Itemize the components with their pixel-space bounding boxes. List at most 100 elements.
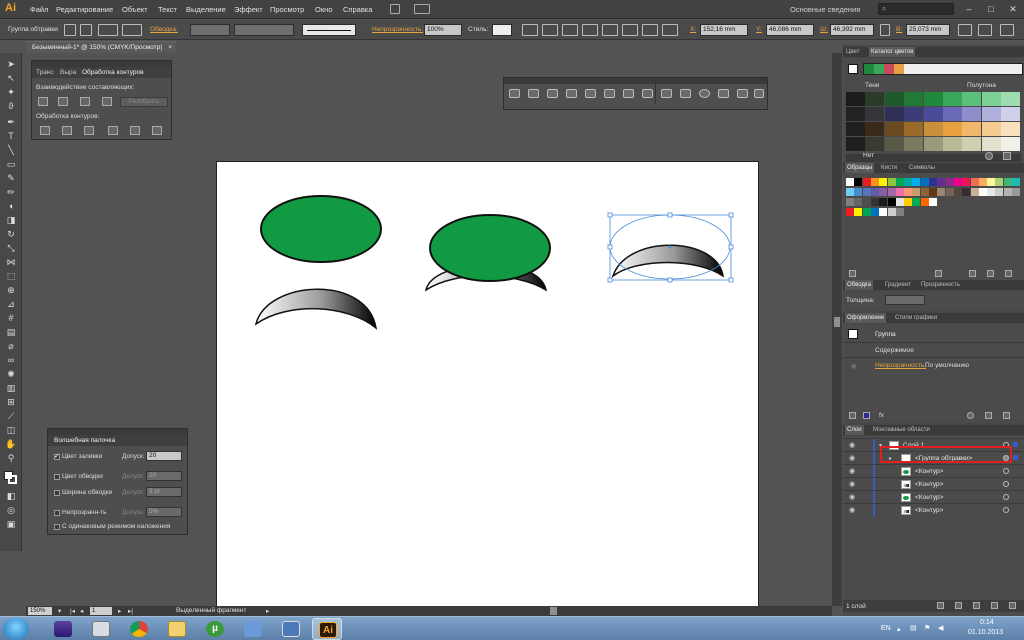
menu-view[interactable]: Просмотр bbox=[270, 5, 304, 14]
menu-effect[interactable]: Эффект bbox=[234, 5, 263, 14]
transform-panel-icon[interactable] bbox=[958, 24, 972, 36]
color-swatch[interactable] bbox=[879, 178, 888, 186]
layer-row-path[interactable]: ◉ <Контур> bbox=[843, 503, 1024, 517]
swatch-grid[interactable] bbox=[846, 178, 1022, 228]
y-label[interactable]: Y: bbox=[756, 26, 762, 33]
gradient-tool-icon[interactable]: ▤ bbox=[5, 327, 17, 337]
taskbar-picture-viewer[interactable] bbox=[276, 618, 306, 640]
eraser-tool-2-icon[interactable]: ◫ bbox=[5, 425, 17, 435]
blob-brush-tool-icon[interactable]: ◖ bbox=[5, 201, 17, 211]
flare-shape-icon[interactable] bbox=[754, 89, 764, 98]
color-swatch[interactable] bbox=[987, 188, 996, 196]
taskbar-notes[interactable] bbox=[238, 618, 268, 640]
distribute-icon[interactable] bbox=[602, 24, 618, 36]
color-guide-cell[interactable] bbox=[1001, 122, 1021, 136]
first-artboard-icon[interactable]: |◂ bbox=[70, 607, 75, 615]
menu-help[interactable]: Справка bbox=[343, 5, 372, 14]
zoom-dropdown-icon[interactable]: ▾ bbox=[58, 607, 61, 615]
layer-target-icon[interactable] bbox=[1003, 494, 1009, 500]
menu-file[interactable]: Файл bbox=[30, 5, 48, 14]
color-guide-cell[interactable] bbox=[923, 137, 943, 151]
exclude-icon[interactable] bbox=[102, 97, 112, 106]
polygon-shape-icon[interactable] bbox=[718, 89, 729, 98]
slice-tool-icon[interactable]: ⟋ bbox=[5, 411, 17, 421]
menu-edit[interactable]: Редактирование bbox=[56, 5, 113, 14]
flag-icon[interactable]: ⚑ bbox=[924, 624, 930, 632]
color-guide-cell[interactable] bbox=[884, 137, 904, 151]
hand-tool-icon[interactable]: ✋ bbox=[5, 439, 17, 449]
tab-align[interactable]: Выра bbox=[60, 69, 76, 76]
swatch-libraries-icon[interactable] bbox=[849, 270, 856, 277]
layer-target-icon[interactable] bbox=[1003, 481, 1009, 487]
new-layer-icon[interactable] bbox=[991, 602, 998, 609]
color-guide-cell[interactable] bbox=[943, 107, 962, 121]
color-swatch[interactable] bbox=[1003, 188, 1012, 196]
tab-layers[interactable]: Слои bbox=[845, 425, 864, 435]
prev-artboard-icon[interactable]: ◂ bbox=[80, 607, 83, 615]
color-swatch[interactable] bbox=[904, 178, 913, 186]
close-window-button[interactable]: ✕ bbox=[1006, 3, 1020, 15]
tab-graphic-styles[interactable]: Стили графики bbox=[895, 315, 937, 321]
add-stroke-icon[interactable] bbox=[849, 412, 856, 419]
clock-time[interactable]: 0:14 bbox=[980, 619, 994, 626]
pathfinder-icon[interactable] bbox=[642, 24, 658, 36]
color-swatch[interactable] bbox=[929, 178, 937, 186]
opacity-field[interactable]: 100% bbox=[424, 24, 462, 36]
edit-contents-icon[interactable] bbox=[80, 24, 92, 36]
color-guide-cell[interactable] bbox=[923, 122, 943, 136]
free-transform-tool-icon[interactable]: ⬚ bbox=[5, 271, 17, 281]
outline-icon[interactable] bbox=[130, 126, 140, 135]
layer-row-clip-group[interactable]: ◉ ▸ <Группа обтравки> bbox=[843, 446, 1024, 465]
reference-point-icon[interactable] bbox=[662, 24, 678, 36]
color-swatch[interactable] bbox=[962, 188, 971, 196]
color-guide-cell[interactable] bbox=[943, 137, 962, 151]
color-guide-cell[interactable] bbox=[923, 92, 943, 106]
locate-object-icon[interactable] bbox=[937, 602, 944, 609]
color-guide-cell[interactable] bbox=[923, 107, 943, 121]
visibility-eye-icon[interactable]: ◉ bbox=[849, 506, 855, 514]
color-guide-cell[interactable] bbox=[962, 137, 982, 151]
symbol-stainer-icon[interactable] bbox=[604, 89, 615, 98]
tab-transform[interactable]: Транс bbox=[36, 69, 54, 76]
color-guide-cell[interactable] bbox=[1001, 92, 1021, 106]
stroke-color-dropdown[interactable] bbox=[190, 24, 230, 36]
color-guide-cell[interactable] bbox=[865, 137, 885, 151]
minus-front-icon[interactable] bbox=[58, 97, 68, 106]
fill-stroke-icon[interactable] bbox=[4, 471, 18, 485]
minus-back-icon[interactable] bbox=[152, 126, 162, 135]
zoom-tool-icon[interactable]: ⚲ bbox=[5, 453, 17, 463]
symbol-sizer-icon[interactable] bbox=[566, 89, 577, 98]
color-swatch[interactable] bbox=[929, 198, 937, 206]
color-swatch[interactable] bbox=[862, 198, 871, 206]
delete-swatch-icon[interactable] bbox=[1005, 270, 1012, 277]
brush-style[interactable]: Базовая bbox=[326, 24, 356, 36]
artboard-tool-icon[interactable]: ⊞ bbox=[5, 397, 17, 407]
menu-select[interactable]: Выделение bbox=[186, 5, 226, 14]
blending-mode-checkbox[interactable] bbox=[54, 524, 60, 530]
last-artboard-icon[interactable]: ▸| bbox=[128, 607, 133, 615]
document-setup-icon[interactable] bbox=[522, 24, 538, 36]
color-guide-cell[interactable] bbox=[981, 122, 1001, 136]
color-guide-cell[interactable] bbox=[1001, 107, 1021, 121]
color-swatch[interactable] bbox=[953, 188, 962, 196]
stroke-tolerance-field[interactable]: 20 bbox=[146, 471, 182, 481]
clear-appearance-icon[interactable] bbox=[967, 412, 974, 419]
color-guide-cell[interactable] bbox=[1001, 137, 1021, 151]
symbol-sprayer-icon[interactable] bbox=[509, 89, 520, 98]
taskbar-explorer[interactable] bbox=[162, 618, 192, 640]
width-tool-icon[interactable]: ⋈ bbox=[5, 257, 17, 267]
color-guide-cell[interactable] bbox=[846, 92, 865, 106]
layer-target-icon[interactable] bbox=[1003, 507, 1009, 513]
stroke-color-checkbox[interactable] bbox=[54, 474, 60, 480]
save-group-icon[interactable] bbox=[1003, 152, 1011, 160]
layer-row-path[interactable]: ◉ <Контур> bbox=[843, 490, 1024, 504]
menu-type[interactable]: Текст bbox=[158, 5, 177, 14]
taskbar-calculator[interactable] bbox=[86, 618, 116, 640]
symbol-styler-icon[interactable] bbox=[642, 89, 653, 98]
graphic-style-dropdown[interactable] bbox=[492, 24, 512, 36]
color-swatch[interactable] bbox=[978, 178, 987, 186]
taskbar-media-player[interactable] bbox=[48, 618, 78, 640]
appearance-opacity-label[interactable]: Непрозрачность: bbox=[875, 362, 926, 369]
color-swatch[interactable] bbox=[854, 198, 863, 206]
color-swatch[interactable] bbox=[1012, 178, 1020, 186]
